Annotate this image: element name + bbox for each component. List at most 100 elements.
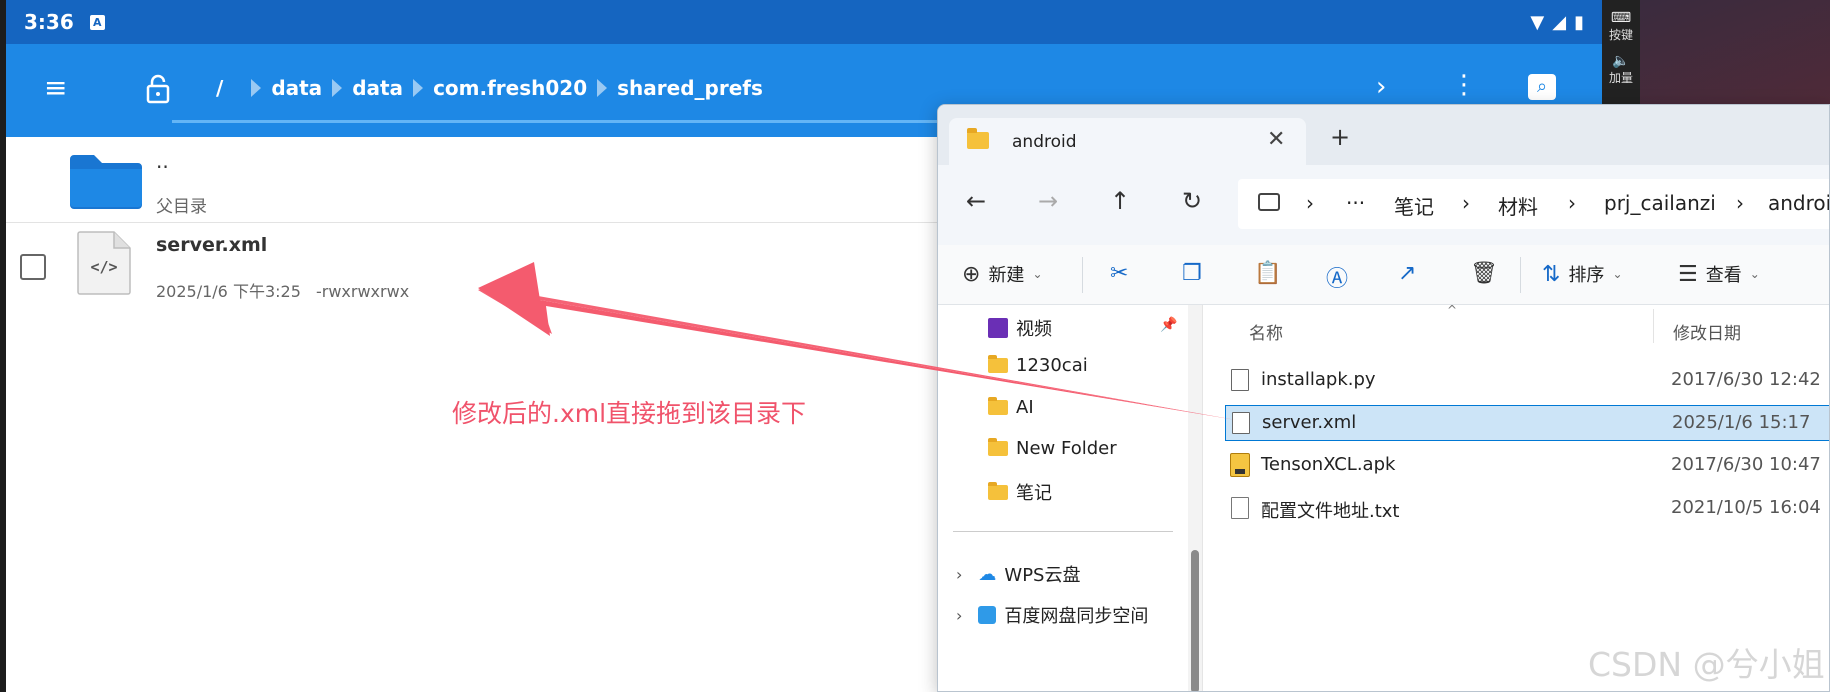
refresh-icon[interactable]: ↻ — [1182, 187, 1202, 215]
address-chevron-icon[interactable]: › — [1306, 191, 1314, 215]
scrollbar-thumb[interactable] — [1191, 550, 1199, 691]
breadcrumb-item[interactable]: com.fresh020 — [433, 76, 587, 100]
video-icon — [988, 318, 1008, 338]
address-chevron-icon[interactable]: › — [1462, 191, 1470, 215]
search-icon[interactable]: ⌕ — [1528, 74, 1556, 100]
address-chevron-icon[interactable]: › — [1736, 191, 1744, 215]
view-label: 查看 — [1705, 265, 1742, 286]
sort-icon: ⇅ — [1542, 261, 1561, 287]
breadcrumb-item[interactable]: data — [352, 76, 403, 100]
sort-up-icon: ^ — [1447, 303, 1458, 317]
unlock-icon[interactable] — [146, 74, 170, 104]
breadcrumb-item[interactable]: data — [271, 76, 322, 100]
column-header-modified[interactable]: 修改日期 — [1673, 319, 1741, 344]
file-date: 2017/6/30 12:42 — [1671, 369, 1821, 390]
explorer-command-bar: ⊕ 新建 ⌄ ✂ ❐ 📋 Ⓐ ↗ 🗑 ⇅ 排序 ⌄ ☰ 查看 ⌄ — [938, 245, 1829, 305]
address-part[interactable]: 材料 — [1498, 191, 1538, 220]
breadcrumb-separator-icon — [597, 79, 608, 97]
back-icon[interactable]: ← — [966, 187, 986, 215]
address-overflow-icon[interactable]: ··· — [1346, 191, 1365, 215]
annotation-text: 修改后的.xml直接拖到该目录下 — [452, 399, 807, 428]
nav-item-label: New Folder — [1016, 438, 1117, 459]
breadcrumb-separator-icon — [413, 79, 424, 97]
list-item[interactable]: 配置文件地址.txt 2021/10/5 16:04 — [1225, 491, 1829, 527]
chevron-right-icon[interactable]: › — [956, 565, 962, 584]
watermark: CSDN @兮小姐 — [1588, 645, 1825, 684]
wifi-icon: ▼ — [1530, 11, 1545, 33]
folder-icon — [988, 355, 1008, 373]
chevron-down-icon: ⌄ — [1749, 267, 1760, 281]
list-item[interactable]: installapk.py 2017/6/30 12:42 — [1225, 363, 1829, 399]
file-name: server.xml — [1262, 412, 1357, 433]
nav-scrollbar[interactable] — [1188, 305, 1202, 691]
delete-icon[interactable]: 🗑 — [1470, 261, 1498, 286]
status-time: 3:36 — [24, 10, 74, 34]
nav-item-folder[interactable]: New Folder — [988, 438, 1117, 459]
file-name: 配置文件地址.txt — [1261, 501, 1400, 522]
signal-icon: ◢ — [1552, 11, 1567, 33]
nav-item-folder[interactable]: AI — [988, 397, 1034, 418]
copy-icon[interactable]: ❐ — [1182, 261, 1202, 286]
breadcrumb-separator-icon — [332, 79, 343, 97]
cut-icon[interactable]: ✂ — [1110, 261, 1128, 286]
folder-icon — [70, 155, 142, 209]
divider — [1520, 257, 1521, 293]
file-name: server.xml — [156, 234, 268, 256]
nav-item-label: AI — [1016, 397, 1034, 418]
paste-icon[interactable]: 📋 — [1254, 261, 1281, 286]
column-header-name[interactable]: 名称 — [1249, 319, 1283, 344]
breadcrumb: / data data com.fresh020 shared_prefs — [216, 76, 763, 100]
select-checkbox[interactable] — [20, 254, 46, 280]
file-date: 2021/10/5 16:04 — [1671, 497, 1821, 518]
android-status-bar: 3:36 A ▼ ◢ ▮ — [6, 0, 1602, 44]
chevron-right-icon[interactable]: › — [1376, 72, 1386, 102]
file-name: TensonXCL.apk — [1261, 454, 1396, 475]
column-divider[interactable] — [1653, 309, 1654, 343]
text-file-icon — [1231, 497, 1249, 519]
breadcrumb-root[interactable]: / — [216, 76, 223, 100]
new-tab-icon[interactable]: + — [1330, 123, 1350, 151]
chevron-down-icon: ⌄ — [1032, 267, 1043, 281]
file-name: installapk.py — [1261, 369, 1376, 390]
list-item[interactable]: TensonXCL.apk 2017/6/30 10:47 — [1225, 448, 1829, 484]
nav-item-label: WPS云盘 — [1004, 565, 1081, 586]
navigation-pane: 视频 📌 1230cai AI New Folder 笔记 › ☁ WPS云盘 … — [938, 305, 1188, 691]
file-permissions: -rwxrwxrwx — [315, 282, 410, 301]
explorer-tab[interactable]: android ✕ — [949, 118, 1306, 165]
address-bar[interactable]: › ··· 笔记 › 材料 › prj_cailanzi › android — [1238, 179, 1829, 229]
new-button[interactable]: ⊕ 新建 ⌄ — [962, 261, 1043, 287]
new-label: 新建 — [988, 265, 1025, 286]
file-date: 2025/1/6 下午3:25 — [156, 282, 301, 301]
hamburger-menu-icon[interactable]: ≡ — [44, 74, 67, 102]
tab-title: android — [1012, 132, 1077, 152]
nav-item-folder[interactable]: 1230cai — [988, 355, 1088, 376]
nav-item-baidu-sync[interactable]: › 百度网盘同步空间 — [956, 602, 1148, 628]
file-meta: 2025/1/6 下午3:25 -rwxrwxrwx — [156, 278, 419, 302]
keyboard-icon[interactable]: ⌨ — [1602, 10, 1640, 26]
forward-icon[interactable]: → — [1038, 187, 1058, 215]
nav-item-label: 1230cai — [1016, 355, 1088, 376]
nav-divider — [953, 531, 1173, 532]
share-icon[interactable]: ↗ — [1398, 261, 1416, 286]
list-item-selected[interactable]: server.xml 2025/1/6 15:17 — [1225, 405, 1829, 441]
breadcrumb-item[interactable]: shared_prefs — [617, 76, 763, 100]
sync-icon — [978, 606, 997, 624]
nav-item-video[interactable]: 视频 — [988, 315, 1052, 341]
pin-icon[interactable]: 📌 — [1160, 317, 1177, 333]
address-chevron-icon[interactable]: › — [1568, 191, 1576, 215]
volume-icon[interactable]: 🔈 — [1602, 53, 1640, 69]
address-part[interactable]: prj_cailanzi — [1604, 191, 1716, 215]
close-tab-icon[interactable]: ✕ — [1267, 127, 1285, 152]
nav-item-folder[interactable]: 笔记 — [988, 479, 1052, 505]
more-options-icon[interactable]: ⋮ — [1451, 70, 1477, 100]
nav-item-wps-cloud[interactable]: › ☁ WPS云盘 — [956, 561, 1080, 587]
chevron-right-icon[interactable]: › — [956, 606, 962, 625]
xml-file-icon: </> — [77, 231, 131, 295]
up-icon[interactable]: ↑ — [1110, 187, 1130, 215]
rename-icon[interactable]: Ⓐ — [1326, 261, 1348, 293]
view-button[interactable]: ☰ 查看 ⌄ — [1678, 261, 1760, 287]
address-part[interactable]: 笔记 — [1394, 191, 1434, 220]
address-part[interactable]: android — [1768, 191, 1829, 215]
screen: ⌨ 按键 🔈 加量 3:36 A ▼ ◢ ▮ ≡ / data data com… — [0, 0, 1830, 692]
sort-button[interactable]: ⇅ 排序 ⌄ — [1542, 261, 1623, 287]
